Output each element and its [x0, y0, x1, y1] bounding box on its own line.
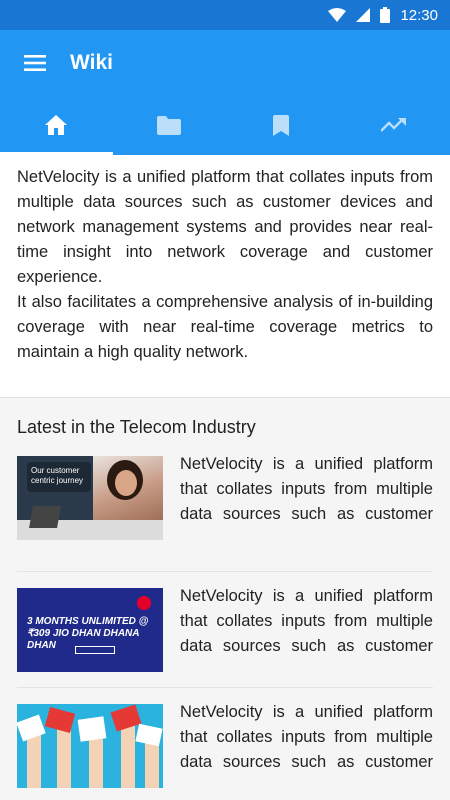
thumbnail-caption: Our customer centric journey: [27, 462, 91, 492]
jio-logo: [137, 596, 151, 610]
news-thumbnail: Our customer centric journey: [17, 456, 163, 540]
tab-folder[interactable]: [113, 95, 226, 155]
trending-up-icon: [380, 118, 406, 132]
page-title: Wiki: [70, 50, 113, 74]
menu-icon: [24, 54, 46, 71]
tab-bookmark[interactable]: [225, 95, 338, 155]
home-icon: [45, 115, 68, 135]
news-snippet: NetVelocity is a unified platform that c…: [180, 455, 433, 523]
news-snippet: NetVelocity is a unified platform that c…: [180, 703, 433, 771]
app-bar: Wiki: [0, 30, 450, 95]
bookmark-icon: [273, 114, 290, 136]
battery-icon: [380, 7, 391, 23]
hands-illustration: [17, 704, 163, 788]
latest-section: Latest in the Telecom Industry Our custo…: [0, 397, 450, 800]
cell-signal-icon: [356, 8, 371, 22]
intro-paragraph-2: It also facilitates a comprehensive anal…: [17, 293, 433, 361]
tab-home[interactable]: [0, 95, 113, 155]
intro-section: NetVelocity is a unified platform that c…: [0, 155, 450, 397]
news-thumbnail: 3 MONTHS UNLIMITED @ ₹309 JIO DHAN DHANA…: [17, 588, 163, 672]
section-title: Latest in the Telecom Industry: [17, 417, 256, 437]
tab-trending[interactable]: [338, 95, 450, 155]
news-list: Our customer centric journey NetVelocity…: [17, 455, 433, 800]
news-item[interactable]: 3 MONTHS UNLIMITED @ ₹309 JIO DHAN DHANA…: [17, 572, 433, 688]
intro-paragraph-1: NetVelocity is a unified platform that c…: [17, 168, 433, 286]
news-thumbnail: [17, 704, 163, 788]
news-item[interactable]: Our customer centric journey NetVelocity…: [17, 455, 433, 572]
folder-icon: [156, 115, 181, 135]
tab-bar: [0, 95, 450, 155]
news-snippet: NetVelocity is a unified platform that c…: [180, 587, 433, 655]
status-time: 12:30: [400, 6, 438, 24]
wifi-icon: [328, 8, 347, 22]
status-bar: 12:30: [0, 0, 450, 30]
menu-button[interactable]: [0, 30, 70, 95]
news-item[interactable]: NetVelocity is a unified platform that c…: [17, 688, 433, 800]
